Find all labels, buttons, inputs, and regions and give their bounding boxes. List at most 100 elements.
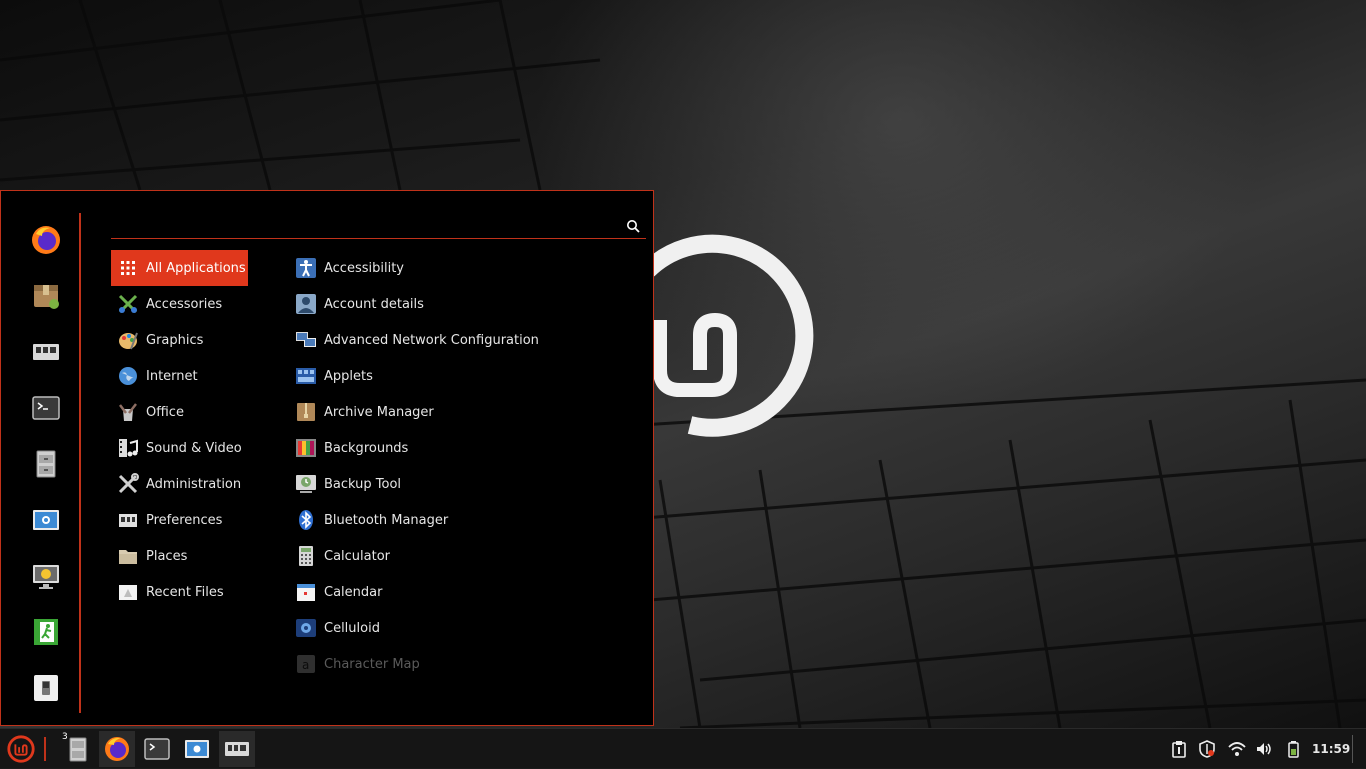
logout-icon: [34, 619, 58, 645]
app-label: Character Map: [324, 656, 420, 672]
category-label: Accessories: [146, 296, 223, 312]
favorite-package-manager[interactable]: [19, 269, 73, 323]
category-places[interactable]: Places: [111, 538, 248, 574]
app-label: Calculator: [324, 548, 391, 564]
category-sound-video[interactable]: Sound & Video: [111, 430, 248, 466]
app-celluloid[interactable]: Celluloid: [291, 610, 641, 646]
menu-divider: [79, 213, 81, 713]
volume-icon: [1257, 743, 1271, 755]
app-account-details[interactable]: Account details: [291, 286, 641, 322]
taskbar: 3 11:59: [0, 728, 1366, 768]
category-graphics[interactable]: Graphics: [111, 322, 248, 358]
favorite-logout[interactable]: [19, 605, 73, 659]
favorite-terminal[interactable]: [19, 381, 73, 435]
app-applets[interactable]: Applets: [291, 358, 641, 394]
recent-files-icon: [117, 581, 139, 603]
calculator-icon: [295, 545, 317, 567]
favorites-panel: [19, 213, 73, 717]
app-label: Advanced Network Configuration: [324, 332, 539, 348]
app-label: Calendar: [324, 584, 383, 600]
calendar-icon: [295, 581, 317, 603]
favorite-screenshot[interactable]: [19, 493, 73, 547]
celluloid-icon: [295, 617, 317, 639]
category-all-applications[interactable]: All Applications: [111, 250, 248, 286]
category-recent-files[interactable]: Recent Files: [111, 574, 248, 610]
applets-icon: [295, 365, 317, 387]
app-label: Backgrounds: [324, 440, 409, 456]
terminal-icon: [32, 396, 60, 420]
category-label: Recent Files: [146, 584, 224, 600]
favorite-system-settings[interactable]: [19, 325, 73, 379]
taskbar-screenshot[interactable]: [179, 731, 215, 767]
tray-shield[interactable]: [1197, 739, 1217, 759]
category-office[interactable]: Office: [111, 394, 248, 430]
app-calendar[interactable]: Calendar: [291, 574, 641, 610]
wifi-icon: [1228, 742, 1246, 756]
search-box[interactable]: [111, 213, 646, 239]
archive-manager-icon: [295, 401, 317, 423]
app-character-map[interactable]: a Character Map: [291, 646, 641, 682]
tray-battery[interactable]: [1283, 739, 1303, 759]
favorite-shutdown[interactable]: [19, 661, 73, 715]
system-settings-icon: [225, 742, 249, 756]
category-internet[interactable]: Internet: [111, 358, 248, 394]
app-bluetooth-manager[interactable]: Bluetooth Manager: [291, 502, 641, 538]
internet-icon: [117, 365, 139, 387]
app-label: Backup Tool: [324, 476, 402, 492]
clock[interactable]: 11:59: [1312, 729, 1350, 769]
category-label: Places: [146, 548, 188, 564]
app-archive-manager[interactable]: Archive Manager: [291, 394, 641, 430]
account-details-icon: [295, 293, 317, 315]
file-manager-icon: [36, 450, 56, 478]
taskbar-terminal[interactable]: [139, 731, 175, 767]
screenshot-icon: [185, 740, 209, 758]
category-label: Sound & Video: [146, 440, 242, 456]
category-label: Internet: [146, 368, 198, 384]
app-label: Archive Manager: [324, 404, 434, 420]
taskbar-system-settings[interactable]: [219, 731, 255, 767]
lock-screen-icon: [33, 565, 59, 589]
app-backup-tool[interactable]: Backup Tool: [291, 466, 641, 502]
app-backgrounds[interactable]: Backgrounds: [291, 430, 641, 466]
screenshot-icon: [33, 510, 59, 530]
preferences-icon: [117, 509, 139, 531]
app-advanced-network-configuration[interactable]: Advanced Network Configuration: [291, 322, 641, 358]
menu-button[interactable]: [4, 733, 38, 765]
tray-clipboard[interactable]: [1169, 739, 1189, 759]
app-calculator[interactable]: Calculator: [291, 538, 641, 574]
search-input[interactable]: [115, 215, 619, 237]
favorite-file-manager[interactable]: [19, 437, 73, 491]
tray-wifi[interactable]: [1227, 739, 1247, 759]
character-map-icon: a: [295, 653, 317, 675]
category-list: All Applications Accessories Graphics In…: [111, 250, 248, 610]
places-icon: [117, 545, 139, 567]
category-accessories[interactable]: Accessories: [111, 286, 248, 322]
taskbar-firefox[interactable]: [99, 731, 135, 767]
search-icon[interactable]: [626, 219, 640, 233]
app-label: Bluetooth Manager: [324, 512, 449, 528]
app-label: Accessibility: [324, 260, 404, 276]
shutdown-icon: [34, 675, 58, 701]
favorite-lock-screen[interactable]: [19, 549, 73, 603]
category-label: Office: [146, 404, 184, 420]
category-preferences[interactable]: Preferences: [111, 502, 248, 538]
category-administration[interactable]: Administration: [111, 466, 248, 502]
start-menu: All Applications Accessories Graphics In…: [0, 190, 654, 726]
clipboard-icon: [1172, 741, 1186, 758]
favorite-firefox[interactable]: [19, 213, 73, 267]
svg-text:a: a: [302, 658, 309, 672]
bluetooth-icon: [295, 509, 317, 531]
category-label: Administration: [146, 476, 242, 492]
show-desktop-button[interactable]: [1352, 735, 1359, 763]
office-icon: [117, 401, 139, 423]
taskbar-separator: [44, 737, 46, 761]
category-label: Graphics: [146, 332, 204, 348]
tray-volume[interactable]: [1254, 739, 1274, 759]
app-label: Celluloid: [324, 620, 380, 636]
app-accessibility[interactable]: Accessibility: [291, 250, 641, 286]
mint-logo: [641, 234, 814, 437]
category-label: All Applications: [146, 260, 246, 276]
terminal-icon: [144, 738, 170, 760]
administration-icon: [117, 473, 139, 495]
graphics-icon: [117, 329, 139, 351]
